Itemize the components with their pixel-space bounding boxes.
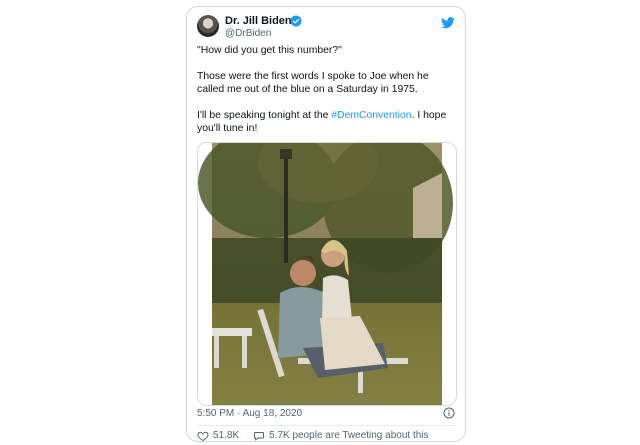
author-handle[interactable]: @DrBiden xyxy=(225,28,271,40)
tweet-timestamp[interactable]: 5:50 PM · Aug 18, 2020 xyxy=(197,408,302,420)
info-icon[interactable] xyxy=(443,407,455,419)
speech-bubble-icon xyxy=(254,432,265,441)
tweet-card: Dr. Jill Biden @DrBiden "How did you get… xyxy=(186,6,466,442)
tweet-text-line-3-before: I'll be speaking tonight at the xyxy=(197,110,332,121)
photo-image xyxy=(198,143,456,405)
like-count: 51.8K xyxy=(213,430,240,441)
like-button[interactable]: 51.8K xyxy=(197,430,239,442)
author-name[interactable]: Dr. Jill Biden xyxy=(225,15,292,28)
twitter-bird-icon[interactable] xyxy=(441,17,455,29)
tweet-text-line-2: Those were the first words I spoke to Jo… xyxy=(197,71,432,95)
tweet-photo[interactable] xyxy=(197,142,457,406)
tweeting-about-text: 5.7K people are Tweeting about this xyxy=(269,430,429,441)
heart-icon xyxy=(197,431,209,442)
tweet-text: "How did you get this number?" Those wer… xyxy=(197,44,457,135)
tweeting-about-link[interactable]: 5.7K people are Tweeting about this xyxy=(253,430,429,442)
tweet-actions: 51.8K 5.7K people are Tweeting about thi… xyxy=(197,430,443,442)
verified-badge-icon xyxy=(290,15,302,27)
avatar[interactable] xyxy=(197,15,219,37)
divider xyxy=(197,425,455,426)
tweet-text-line-1: "How did you get this number?" xyxy=(197,45,342,56)
hashtag-link[interactable]: #DemConvention xyxy=(331,110,411,121)
